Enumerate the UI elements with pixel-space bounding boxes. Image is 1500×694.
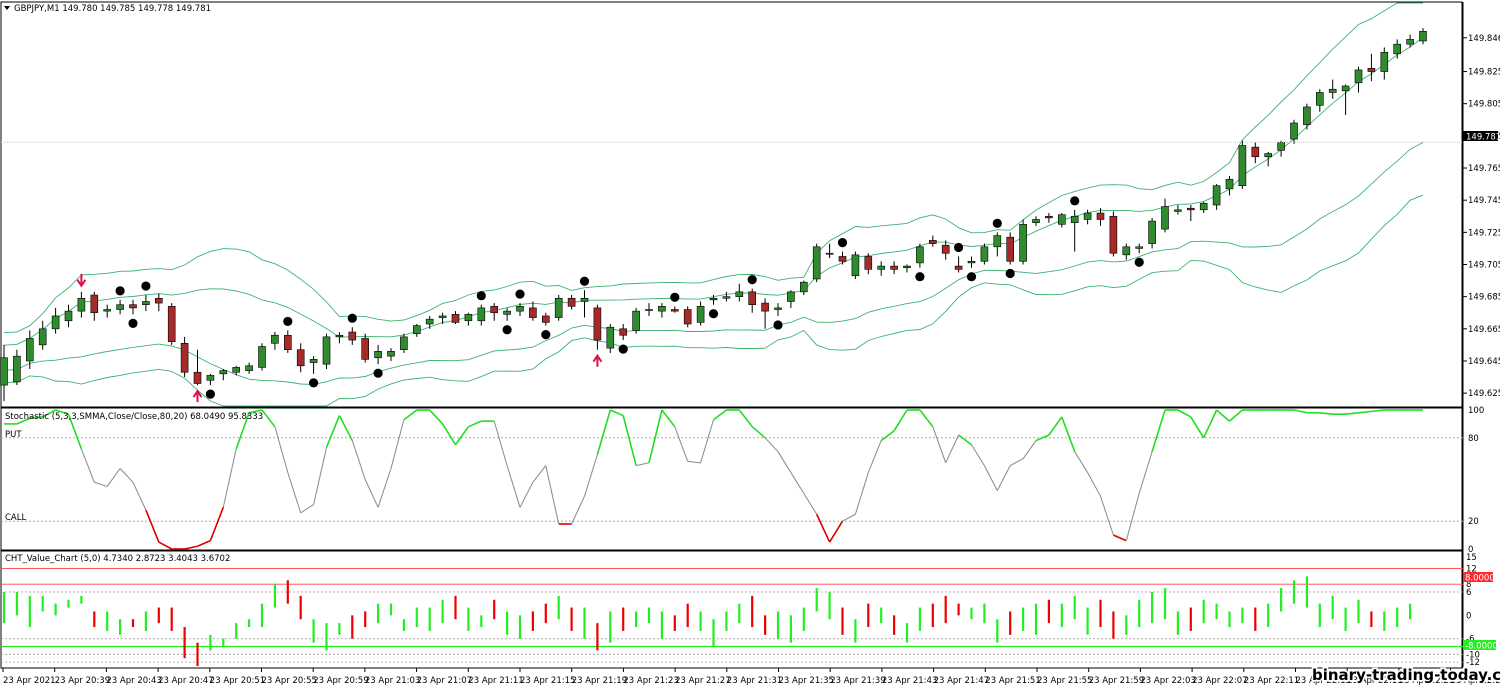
value-tick-label: 6: [1466, 588, 1471, 598]
signal-dot: [618, 344, 628, 354]
stochastic-tick-label: 20: [1468, 517, 1479, 527]
stochastic-title: Stochastic (5,3,3,SMMA,Close/Close,80,20…: [5, 412, 263, 422]
time-tick-label: 23 Apr 20:55: [262, 676, 317, 686]
price-tick-label: 149.846: [1468, 34, 1500, 44]
time-tick-label: 23 Apr 20:43: [106, 676, 161, 686]
signal-dot: [541, 330, 551, 340]
signal-dot: [347, 313, 357, 323]
signal-dot: [205, 389, 215, 399]
time-tick-label: 23 Apr 21:47: [934, 676, 989, 686]
signal-dot: [579, 276, 590, 286]
signal-dot: [309, 378, 319, 388]
stochastic-call-label: CALL: [5, 513, 26, 523]
price-tick-label: 149.745: [1468, 196, 1500, 206]
time-tick-label: 23 Apr 21:39: [830, 676, 885, 686]
signal-dot: [128, 318, 138, 328]
candle: [554, 295, 563, 321]
candle: [632, 307, 640, 334]
time-tick-label: 23 Apr 20:59: [313, 676, 368, 686]
time-tick-label: 23 Apr 21:23: [623, 676, 678, 686]
time-tick-label: 23 Apr 21:51: [985, 676, 1040, 686]
symbol-ohlc-text: GBPJPY,M1 149.780 149.785 149.778 149.78…: [14, 4, 211, 14]
time-tick-label: 23 Apr 21:31: [727, 676, 782, 686]
price-tick-label: 149.725: [1468, 228, 1500, 238]
time-tick-label: 23 Apr 22:07: [1192, 676, 1247, 686]
watermark-text: binary-trading-today.com: [1312, 666, 1500, 684]
candle: [1019, 219, 1027, 265]
signal-dot: [283, 316, 293, 327]
time-tick-label: 23 Apr 22:11: [1244, 676, 1299, 686]
time-tick-label: 23 Apr 21:43: [882, 676, 937, 686]
stochastic-tick-label: 100: [1468, 406, 1484, 416]
time-tick-label: 23 Apr 21:27: [675, 676, 730, 686]
time-tick-label: 23 Apr 21:59: [1089, 676, 1144, 686]
signal-dot: [115, 286, 125, 296]
signal-dot: [708, 309, 719, 319]
candle: [167, 303, 176, 345]
candle: [1006, 232, 1015, 265]
signal-dot: [747, 275, 757, 285]
candle: [1238, 140, 1247, 189]
signal-dot: [773, 320, 783, 330]
time-tick-label: 23 Apr 21:11: [468, 676, 523, 686]
time-tick-label: 23 Apr 21:03: [365, 676, 420, 686]
signal-dot: [837, 238, 848, 248]
signal-dot: [992, 218, 1002, 228]
signal-dot: [1134, 257, 1144, 267]
signal-dot: [515, 289, 525, 299]
trading-chart-window[interactable]: 149.846149.825149.805149.785149.765149.7…: [0, 0, 1500, 690]
candle: [980, 243, 989, 265]
lower-level-text: -8.0000: [1465, 642, 1498, 652]
candle: [258, 343, 266, 371]
signal-dot: [373, 368, 383, 378]
time-tick-label: 23 Apr 20:51: [210, 676, 265, 686]
price-tick-label: 149.705: [1468, 260, 1500, 270]
price-tick-label: 149.805: [1468, 100, 1500, 110]
signal-dot: [476, 291, 486, 301]
candle: [851, 251, 860, 279]
value-tick-label: 0: [1466, 611, 1471, 621]
value-tick-label: 15: [1466, 553, 1477, 563]
price-tick-label: 149.685: [1468, 293, 1500, 303]
signal-dot: [915, 272, 925, 282]
time-tick-label: 23 Apr 21:35: [779, 676, 834, 686]
time-tick-label: 23 Apr 20:47: [158, 676, 213, 686]
candle: [1148, 217, 1156, 249]
price-tick-label: 149.625: [1468, 389, 1500, 399]
candle: [1109, 211, 1118, 257]
candle: [322, 333, 331, 370]
signal-dot: [670, 292, 680, 302]
time-tick-label: 23 Apr 21:15: [520, 676, 575, 686]
stochastic-put-label: PUT: [5, 430, 22, 440]
current-price-text: 149.781: [1466, 133, 1500, 143]
time-tick-label: 23 Apr 21:07: [417, 676, 472, 686]
signal-dot: [1005, 268, 1015, 279]
price-tick-label: 149.765: [1468, 164, 1500, 174]
signal-dot: [1070, 196, 1080, 206]
signal-dot: [966, 272, 977, 282]
candle: [683, 306, 692, 328]
symbol-header: GBPJPY,M1 149.780 149.785 149.778 149.78…: [4, 4, 211, 14]
price-tick-label: 149.665: [1468, 325, 1500, 335]
price-tick-label: 149.825: [1468, 68, 1500, 78]
price-tick-label: 149.645: [1468, 357, 1500, 367]
value-chart-title: CHT_Value_Chart (5,0) 4.7340 2.8723 3.40…: [5, 554, 230, 564]
upper-level-text: 8.0000: [1465, 574, 1495, 584]
signal-dot: [141, 281, 151, 291]
time-tick-label: 23 Apr 22:03: [1140, 676, 1195, 686]
time-tick-label: 23 Apr 2021: [3, 676, 56, 686]
signal-dot: [954, 242, 964, 253]
chart-canvas[interactable]: 149.846149.825149.805149.785149.765149.7…: [0, 0, 1500, 690]
candle: [812, 243, 821, 283]
time-tick-label: 23 Apr 21:19: [572, 676, 627, 686]
time-tick-label: 23 Apr 20:39: [55, 676, 110, 686]
time-tick-label: 23 Apr 21:55: [1037, 676, 1092, 686]
stochastic-tick-label: 80: [1468, 434, 1479, 444]
signal-dot: [502, 325, 512, 335]
